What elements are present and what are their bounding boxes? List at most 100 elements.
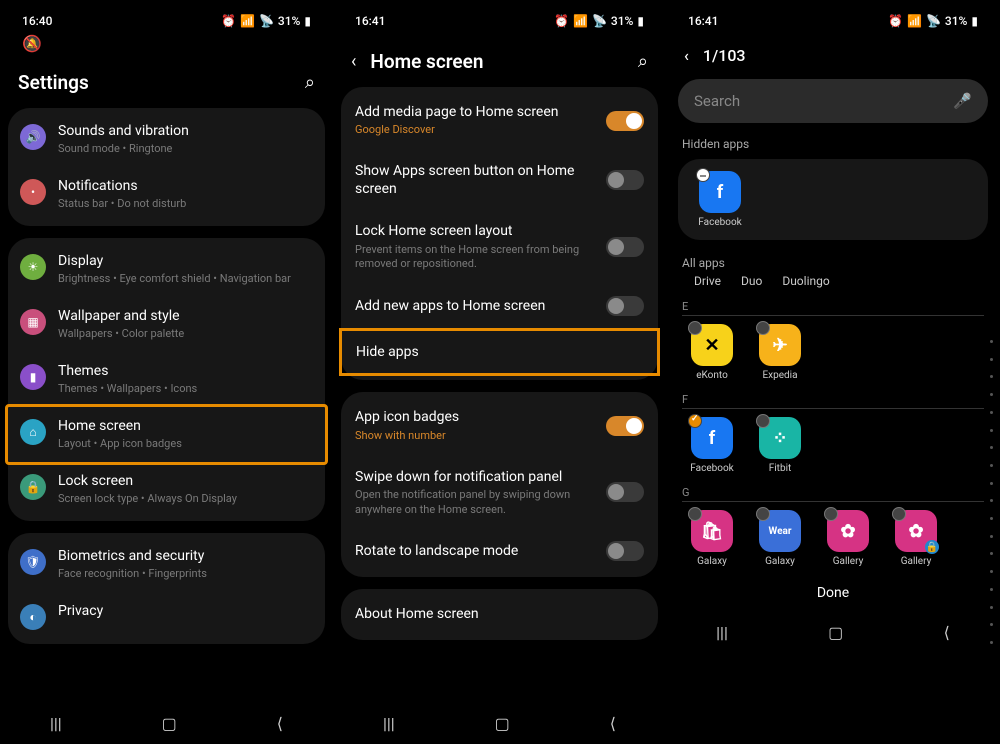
app-label: Facebook xyxy=(698,217,741,228)
phone-home-screen: 16:41 ⏰ 📶 📡 31% ▮ ‹ Home screen ⌕ Add me… xyxy=(333,0,666,744)
app-gallery[interactable]: ✿Gallery xyxy=(818,510,878,567)
search-input[interactable]: Search 🎤 xyxy=(678,79,988,123)
settings-group: 🔊Sounds and vibrationSound mode • Ringto… xyxy=(8,108,325,226)
settings-item-notifications[interactable]: •NotificationsStatus bar • Do not distur… xyxy=(8,167,325,222)
remove-badge-icon[interactable] xyxy=(696,168,710,182)
toggle[interactable] xyxy=(606,170,644,190)
app-label-duo[interactable]: Duo xyxy=(741,274,762,288)
nav-home[interactable]: ▢ xyxy=(495,714,510,733)
app-label-duolingo[interactable]: Duolingo xyxy=(782,274,829,288)
app-ekonto[interactable]: ✕ eKonto xyxy=(682,324,742,381)
hidden-app-facebook[interactable]: f Facebook xyxy=(690,171,750,228)
app-label: eKonto xyxy=(696,370,728,381)
section-letter: F xyxy=(682,393,984,406)
alarm-icon: ⏰ xyxy=(221,14,236,28)
nav-back[interactable]: ⟨ xyxy=(610,714,616,733)
status-time: 16:41 xyxy=(688,14,718,28)
select-badge-icon[interactable] xyxy=(756,414,770,428)
hidden-apps-card: f Facebook xyxy=(678,159,988,240)
sounds-icon: 🔊 xyxy=(20,124,46,150)
nav-home[interactable]: ▢ xyxy=(162,714,177,733)
app-label: Galaxy xyxy=(697,556,727,567)
lock-badge-icon: 🔒 xyxy=(925,540,939,554)
setting-swipe-down-for-notification-panel[interactable]: Swipe down for notification panelOpen th… xyxy=(341,456,658,530)
battery-text: 31% xyxy=(945,14,967,28)
select-badge-icon[interactable] xyxy=(688,321,702,335)
battery-text: 31% xyxy=(611,14,633,28)
settings-group: Add media page to Home screen Google Disc… xyxy=(341,87,658,380)
nav-back[interactable]: ⟨ xyxy=(277,714,283,733)
toggle[interactable] xyxy=(606,541,644,561)
item-title: Add media page to Home screen xyxy=(355,103,594,121)
setting-add-media-page-to-home-screen[interactable]: Add media page to Home screen Google Disc… xyxy=(341,91,658,150)
select-badge-icon[interactable] xyxy=(756,321,770,335)
setting-about-home-screen[interactable]: About Home screen xyxy=(341,593,658,635)
alarm-icon: ⏰ xyxy=(554,14,569,28)
item-subtitle: Brightness • Eye comfort shield • Naviga… xyxy=(58,272,313,287)
app-icon: 🛍 xyxy=(691,510,733,552)
signal-icon: 📡 xyxy=(592,14,607,28)
checked-badge-icon[interactable] xyxy=(688,414,702,428)
settings-item-wallpaper-and-style[interactable]: ▦Wallpaper and styleWallpapers • Color p… xyxy=(8,297,325,352)
nav-home[interactable]: ▢ xyxy=(828,623,843,642)
settings-item-sounds-and-vibration[interactable]: 🔊Sounds and vibrationSound mode • Ringto… xyxy=(8,112,325,167)
setting-rotate-to-landscape-mode[interactable]: Rotate to landscape mode xyxy=(341,529,658,573)
item-title: Home screen xyxy=(58,417,313,435)
app-galaxy[interactable]: WearGalaxy xyxy=(750,510,810,567)
settings-item-themes[interactable]: ▮ThemesThemes • Wallpapers • Icons xyxy=(8,352,325,407)
battery-text: 31% xyxy=(278,14,300,28)
settings-item-display[interactable]: ☀ Display Brightness • Eye comfort shield … xyxy=(8,242,325,297)
nav-back[interactable]: ⟨ xyxy=(944,623,950,642)
settings-item-lock-screen[interactable]: 🔒Lock screenScreen lock type • Always On… xyxy=(8,462,325,517)
search-icon[interactable]: ⌕ xyxy=(638,51,648,72)
setting-add-new-apps-to-home-screen[interactable]: Add new apps to Home screen xyxy=(341,284,658,328)
app-galaxy[interactable]: 🛍 Galaxy xyxy=(682,510,742,567)
nav-recent[interactable]: ||| xyxy=(50,714,62,733)
app-expedia[interactable]: ✈Expedia xyxy=(750,324,810,381)
item-subtitle: Google Discover xyxy=(355,123,594,138)
section-letter: G xyxy=(682,486,984,499)
settings-group: About Home screen xyxy=(341,589,658,639)
item-title: Privacy xyxy=(58,602,313,620)
settings-item-home-screen[interactable]: ⌂Home screenLayout • App icon badges xyxy=(5,404,328,465)
toggle[interactable] xyxy=(606,482,644,502)
mic-icon[interactable]: 🎤 xyxy=(953,92,972,110)
select-badge-icon[interactable] xyxy=(756,507,770,521)
app-facebook[interactable]: fFacebook xyxy=(682,417,742,474)
wifi-icon: 📶 xyxy=(240,14,255,28)
settings-group: 🛡Biometrics and securityFace recognition… xyxy=(8,533,325,644)
back-icon[interactable]: ‹ xyxy=(684,46,689,65)
select-badge-icon[interactable] xyxy=(892,507,906,521)
setting-hide-apps[interactable]: Hide apps xyxy=(339,328,660,376)
setting-app-icon-badges[interactable]: App icon badgesShow with number xyxy=(341,396,658,455)
select-badge-icon[interactable] xyxy=(824,507,838,521)
select-badge-icon[interactable] xyxy=(688,507,702,521)
app-icon: ✈ xyxy=(759,324,801,366)
item-subtitle: Face recognition • Fingerprints xyxy=(58,567,313,582)
app-label: Fitbit xyxy=(769,463,792,474)
display-icon: ☀ xyxy=(20,254,46,280)
app-label-drive[interactable]: Drive xyxy=(694,274,721,288)
privacy-icon: ◐ xyxy=(20,604,46,630)
settings-item-biometrics-and-security[interactable]: 🛡Biometrics and securityFace recognition… xyxy=(8,537,325,592)
done-button[interactable]: Done xyxy=(666,575,1000,611)
toggle[interactable] xyxy=(606,296,644,316)
setting-lock-home-screen-layout[interactable]: Lock Home screen layoutPrevent items on … xyxy=(341,210,658,284)
toggle[interactable] xyxy=(606,111,644,131)
app-fitbit[interactable]: ⁘ Fitbit xyxy=(750,417,810,474)
app-icon: ⁘ xyxy=(759,417,801,459)
search-icon[interactable]: ⌕ xyxy=(305,72,315,93)
toggle[interactable] xyxy=(606,416,644,436)
back-icon[interactable]: ‹ xyxy=(351,51,356,72)
alphabet-scroll[interactable] xyxy=(986,340,996,644)
phone-hide-apps: 16:41 ⏰ 📶 📡 31% ▮ ‹ 1/103 Search 🎤 Hidde… xyxy=(666,0,1000,744)
app-gallery[interactable]: ✿🔒Gallery xyxy=(886,510,946,567)
setting-show-apps-screen-button-on-home-screen[interactable]: Show Apps screen button on Home screen xyxy=(341,150,658,210)
nav-recent[interactable]: ||| xyxy=(383,714,395,733)
toggle[interactable] xyxy=(606,237,644,257)
settings-item-privacy[interactable]: ◐ Privacy xyxy=(8,592,325,640)
app-icon: ✕ xyxy=(691,324,733,366)
nav-recent[interactable]: ||| xyxy=(716,623,728,642)
app-icon: ✿🔒 xyxy=(895,510,937,552)
item-title: Display xyxy=(58,252,313,270)
